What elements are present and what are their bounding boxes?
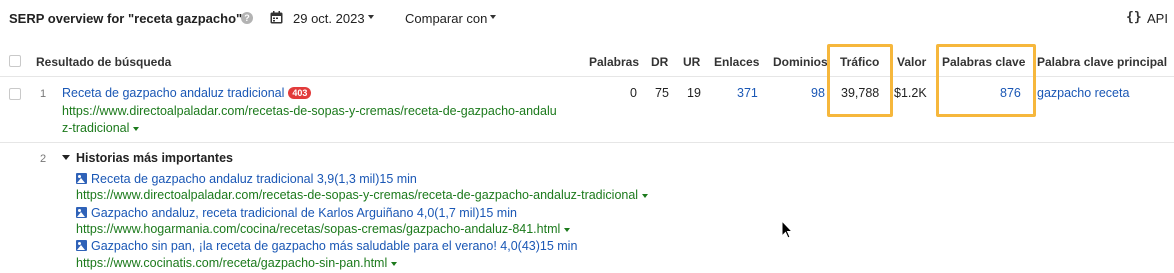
story-url-text[interactable]: https://www.directoalpaladar.com/recetas… <box>76 188 638 202</box>
help-icon[interactable]: ? <box>241 12 253 24</box>
column-header-value[interactable]: Valor <box>897 55 926 69</box>
story-link[interactable]: Receta de gazpacho andaluz tradicional 3… <box>76 172 417 186</box>
story-title[interactable]: Gazpacho sin pan, ¡la receta de gazpacho… <box>91 239 577 253</box>
select-all-checkbox[interactable] <box>9 55 21 67</box>
image-icon <box>76 207 87 218</box>
row-position: 1 <box>40 88 47 100</box>
result-title-link[interactable]: Receta de gazpacho andaluz tradicional 40… <box>62 86 312 100</box>
keywords-highlight <box>936 44 1036 117</box>
column-header-links[interactable]: Enlaces <box>714 55 759 69</box>
story-url-text[interactable]: https://www.hogarmania.com/cocina/receta… <box>76 222 560 236</box>
story-url-text[interactable]: https://www.cocinatis.com/receta/gazpach… <box>76 256 387 270</box>
domains-value[interactable]: 98 <box>811 86 825 100</box>
result-url-tail[interactable]: z-tradicional <box>62 121 129 135</box>
value-amount: $1.2K <box>894 86 927 100</box>
words-value: 0 <box>630 86 637 100</box>
chevron-down-icon[interactable] <box>490 15 496 19</box>
column-header-result[interactable]: Resultado de búsqueda <box>36 55 171 69</box>
calendar-icon[interactable] <box>270 11 283 24</box>
page-title: SERP overview for "receta gazpacho" <box>9 11 243 26</box>
traffic-highlight <box>827 44 893 117</box>
dr-value: 75 <box>655 86 669 100</box>
top-keyword-link[interactable]: gazpacho receta <box>1037 86 1129 100</box>
image-icon <box>76 173 87 184</box>
story-url[interactable]: https://www.cocinatis.com/receta/gazpach… <box>76 256 398 270</box>
story-link[interactable]: Gazpacho sin pan, ¡la receta de gazpacho… <box>76 239 577 253</box>
mouse-pointer-icon <box>781 220 794 239</box>
result-url[interactable]: https://www.directoalpaladar.com/recetas… <box>62 104 557 118</box>
column-header-words[interactable]: Palabras <box>589 55 639 69</box>
story-title[interactable]: Receta de gazpacho andaluz tradicional 3… <box>91 172 417 186</box>
links-value[interactable]: 371 <box>737 86 758 100</box>
story-url[interactable]: https://www.hogarmania.com/cocina/receta… <box>76 222 571 236</box>
url-menu-icon[interactable] <box>391 262 398 266</box>
url-menu-icon[interactable] <box>133 127 140 131</box>
url-menu-icon[interactable] <box>642 194 649 198</box>
column-header-top-keyword[interactable]: Palabra clave principal <box>1037 55 1167 69</box>
top-stories-toggle[interactable]: Historias más importantes <box>62 151 233 165</box>
row-checkbox[interactable] <box>9 88 21 100</box>
date-selector[interactable]: 29 oct. 2023 <box>293 11 365 26</box>
status-badge: 403 <box>288 87 312 99</box>
api-button[interactable]: API <box>1147 11 1168 26</box>
story-title[interactable]: Gazpacho andaluz, receta tradicional de … <box>91 206 517 220</box>
result-title[interactable]: Receta de gazpacho andaluz tradicional <box>62 86 284 100</box>
toolbar: SERP overview for "receta gazpacho" ? 29… <box>0 0 1174 38</box>
row-divider <box>0 142 1174 143</box>
compare-dropdown[interactable]: Comparar con <box>405 11 487 26</box>
code-braces-icon[interactable]: {} <box>1126 10 1142 25</box>
ur-value: 19 <box>687 86 701 100</box>
chevron-down-icon[interactable] <box>62 155 70 160</box>
story-link[interactable]: Gazpacho andaluz, receta tradicional de … <box>76 206 517 220</box>
url-menu-icon[interactable] <box>564 228 571 232</box>
row-position: 2 <box>40 153 47 165</box>
section-title: Historias más importantes <box>76 151 233 165</box>
column-header-ur[interactable]: UR <box>683 55 700 69</box>
column-header-dr[interactable]: DR <box>651 55 668 69</box>
column-header-domains[interactable]: Dominios <box>773 55 828 69</box>
image-icon <box>76 240 87 251</box>
chevron-down-icon[interactable] <box>368 15 374 19</box>
story-url[interactable]: https://www.directoalpaladar.com/recetas… <box>76 188 649 202</box>
result-url-continued[interactable]: z-tradicional <box>62 121 140 135</box>
